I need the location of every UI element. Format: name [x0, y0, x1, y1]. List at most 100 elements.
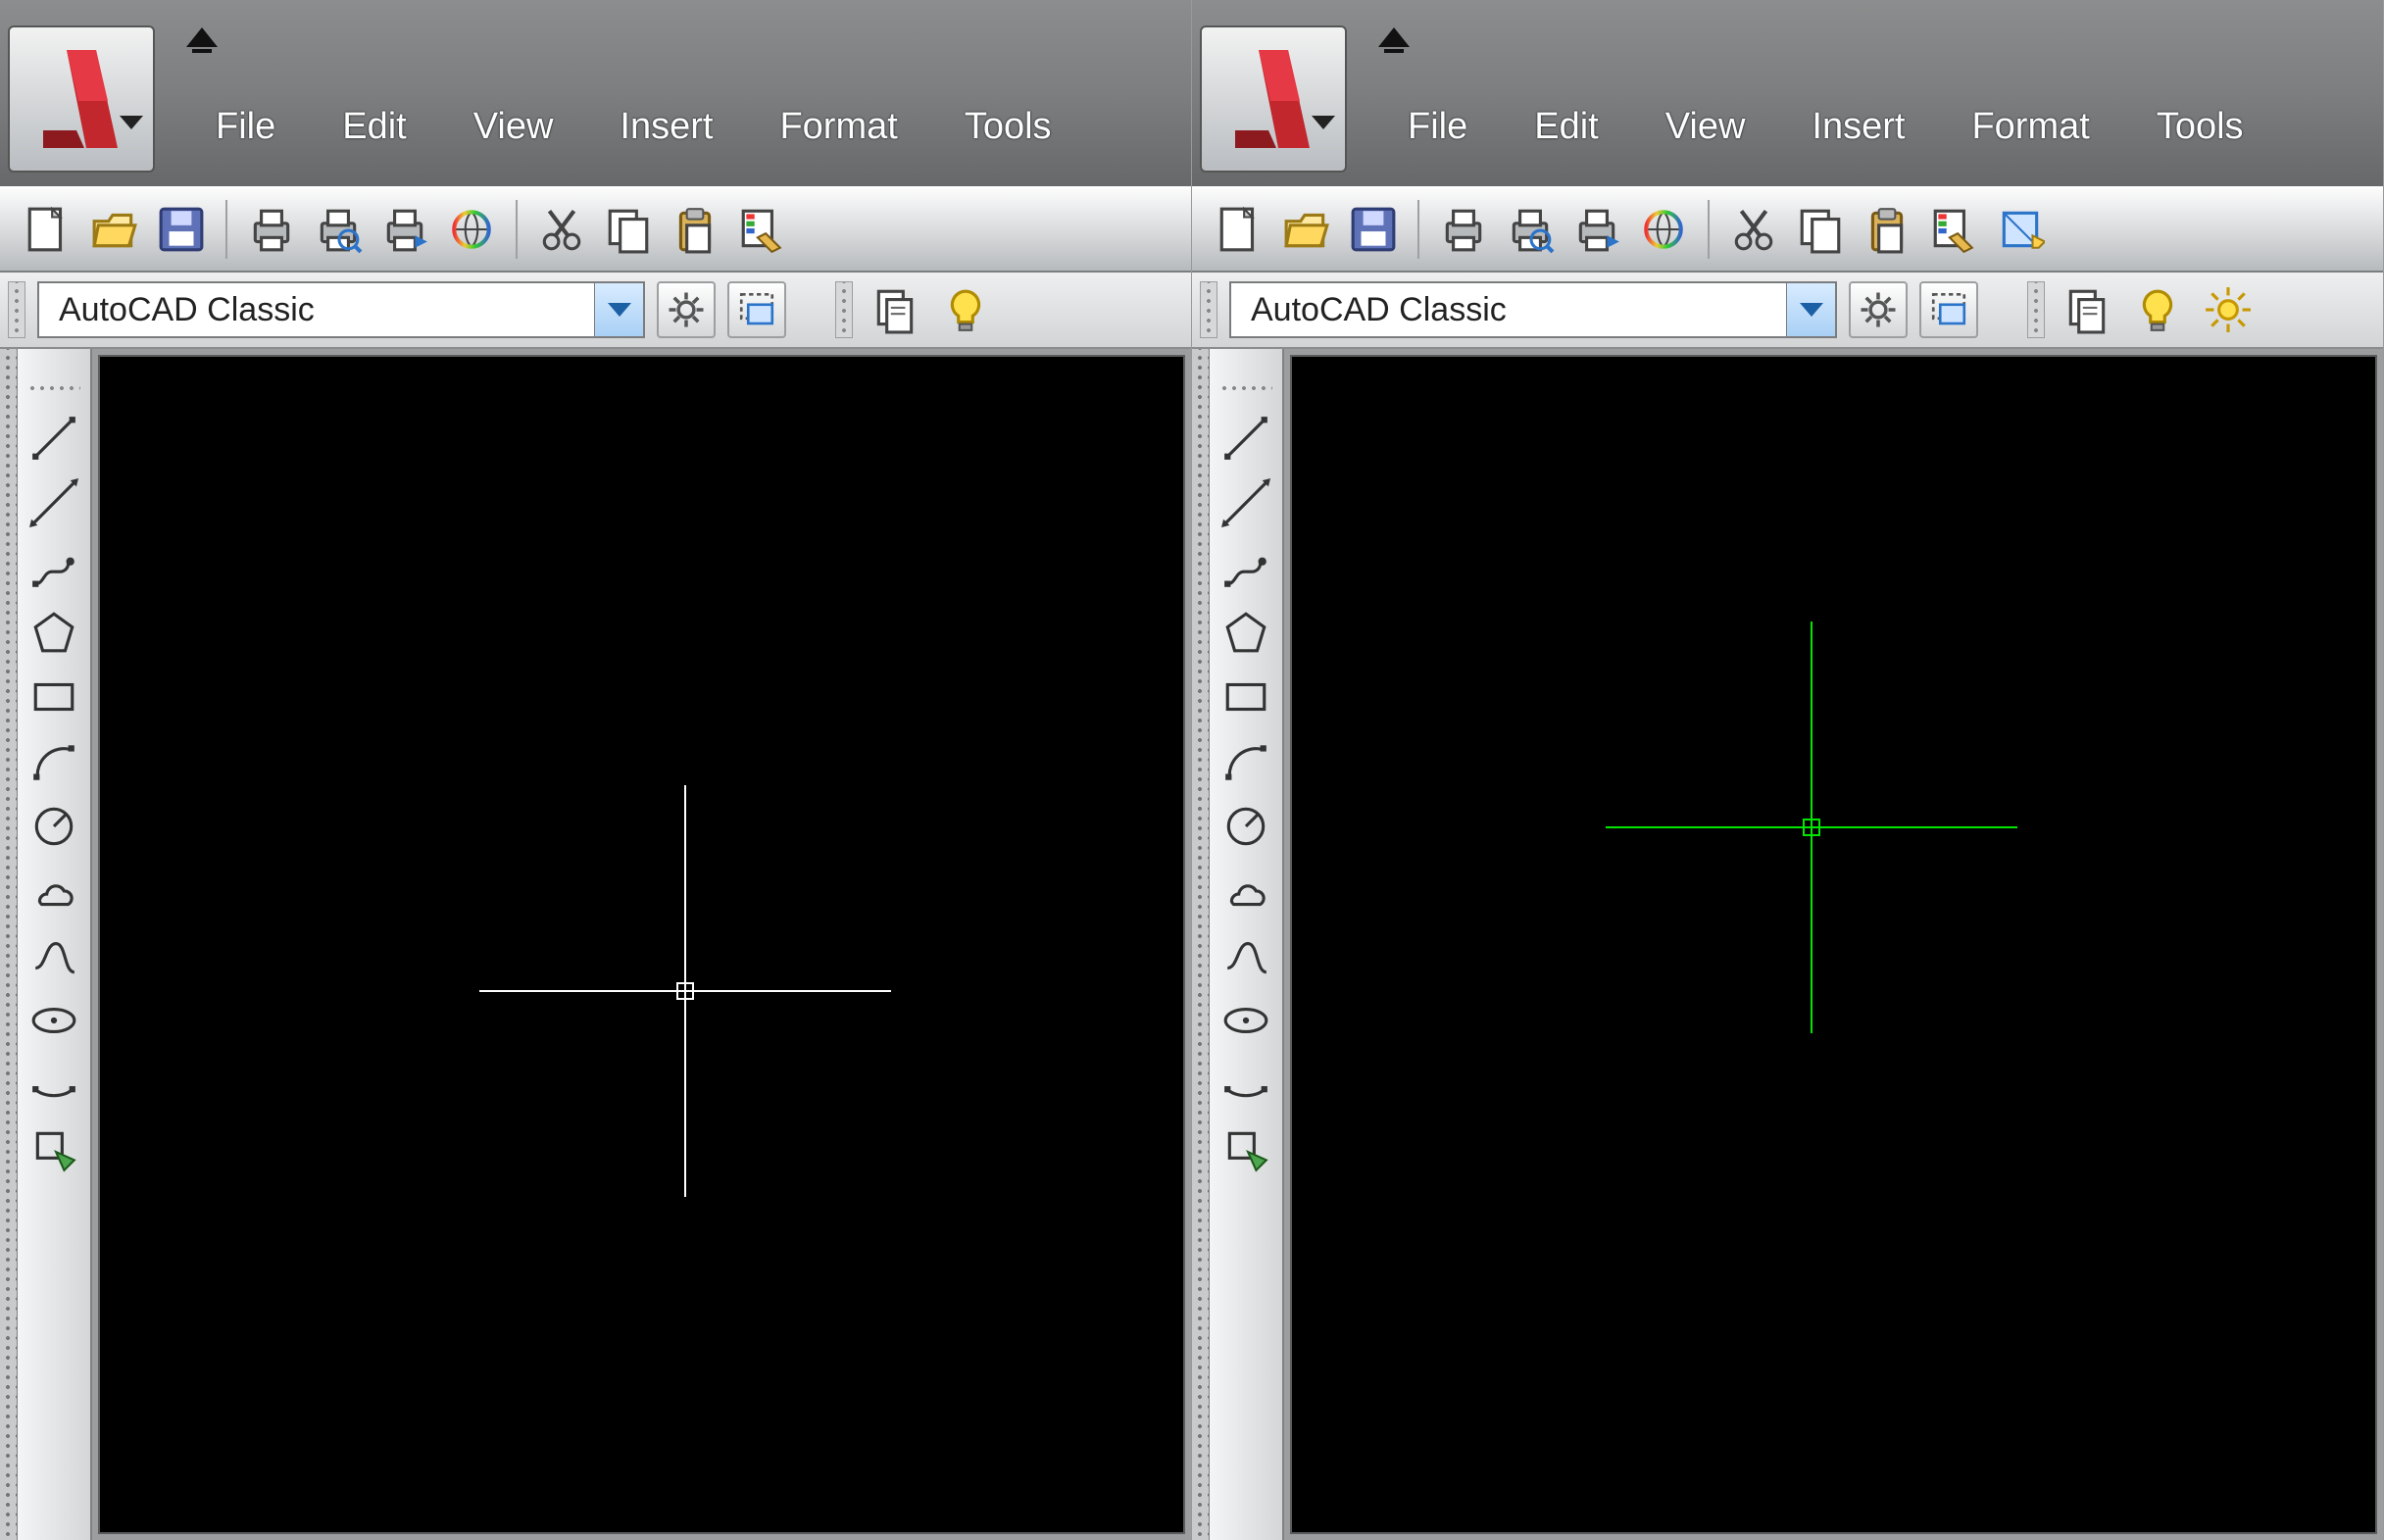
spline-tool[interactable] — [1217, 927, 1274, 984]
bulb-icon — [941, 285, 990, 334]
chevron-down-icon[interactable] — [1786, 283, 1835, 336]
chevron-down-icon[interactable] — [594, 283, 643, 336]
print-preview-button[interactable] — [1500, 199, 1561, 260]
copy-button[interactable] — [598, 199, 659, 260]
toolbar-grip[interactable] — [2027, 281, 2045, 338]
revision-cloud-tool[interactable] — [1217, 863, 1274, 919]
save-button[interactable] — [151, 199, 212, 260]
block-editor-button[interactable] — [1990, 199, 2051, 260]
print-button[interactable] — [1433, 199, 1494, 260]
sheet-set-button[interactable] — [2057, 279, 2117, 340]
toolbar-grip[interactable] — [8, 281, 25, 338]
menu-format[interactable]: Format — [779, 106, 897, 148]
toolbar-grip[interactable] — [0, 349, 18, 1540]
open-folder-icon — [1282, 205, 1331, 254]
circle-tool[interactable] — [25, 798, 82, 855]
copy-button[interactable] — [1790, 199, 1851, 260]
arc-tool[interactable] — [25, 733, 82, 790]
publish-button[interactable] — [1633, 199, 1694, 260]
paste-button[interactable] — [1857, 199, 1917, 260]
toolbar-grip[interactable] — [1219, 380, 1272, 394]
print-preview-button[interactable] — [308, 199, 369, 260]
match-properties-button[interactable] — [731, 199, 792, 260]
quick-access-dropdown-icon[interactable] — [1378, 27, 1410, 47]
construction-line-tool[interactable] — [1217, 474, 1274, 531]
new-button[interactable] — [18, 199, 78, 260]
polyline-tool[interactable] — [1217, 539, 1274, 596]
menu-insert[interactable]: Insert — [620, 106, 713, 148]
save-button[interactable] — [1343, 199, 1404, 260]
polygon-tool[interactable] — [1217, 604, 1274, 661]
save-disk-icon — [1349, 205, 1398, 254]
application-menu-button[interactable] — [8, 25, 155, 173]
rectangle-tool[interactable] — [25, 669, 82, 725]
toolbar-grip[interactable] — [1192, 349, 1210, 1540]
menu-view[interactable]: View — [1665, 106, 1746, 148]
line-tool[interactable] — [1217, 410, 1274, 467]
circle-icon — [1221, 802, 1270, 851]
polygon-icon — [1221, 608, 1270, 657]
spline-tool[interactable] — [25, 927, 82, 984]
workspace-select[interactable]: AutoCAD Classic — [1229, 281, 1837, 338]
print-button[interactable] — [241, 199, 302, 260]
drawing-area[interactable] — [1290, 355, 2377, 1534]
workspace-switch-button[interactable] — [1919, 281, 1978, 338]
revision-cloud-tool[interactable] — [25, 863, 82, 919]
arc-tool[interactable] — [1217, 733, 1274, 790]
gear-icon — [1858, 289, 1899, 330]
plot-button[interactable] — [374, 199, 435, 260]
menu-file[interactable]: File — [1408, 106, 1467, 148]
menu-file[interactable]: File — [216, 106, 275, 148]
application-menu-button[interactable] — [1200, 25, 1347, 173]
sheet-set-icon — [870, 285, 919, 334]
rectangle-tool[interactable] — [1217, 669, 1274, 725]
workspace-select[interactable]: AutoCAD Classic — [37, 281, 645, 338]
polygon-tool[interactable] — [25, 604, 82, 661]
cut-button[interactable] — [531, 199, 592, 260]
insert-block-tool[interactable] — [1217, 1121, 1274, 1178]
gear-icon — [666, 289, 707, 330]
menu-tools[interactable]: Tools — [965, 106, 1052, 148]
light-bulb-button[interactable] — [2127, 279, 2188, 340]
line-tool[interactable] — [25, 410, 82, 467]
plot-button[interactable] — [1566, 199, 1627, 260]
cut-button[interactable] — [1723, 199, 1784, 260]
menu-edit[interactable]: Edit — [1534, 106, 1598, 148]
ellipse-tool[interactable] — [1217, 992, 1274, 1049]
line-icon — [1221, 414, 1270, 463]
drawing-area[interactable] — [98, 355, 1185, 1534]
sheet-set-button[interactable] — [865, 279, 925, 340]
toolbar-grip[interactable] — [835, 281, 853, 338]
polyline-tool[interactable] — [25, 539, 82, 596]
circle-tool[interactable] — [1217, 798, 1274, 855]
ellipse-arc-tool[interactable] — [1217, 1057, 1274, 1114]
toolbar-grip[interactable] — [1200, 281, 1217, 338]
construction-line-tool[interactable] — [25, 474, 82, 531]
cloud-icon — [1221, 867, 1270, 916]
menu-tools[interactable]: Tools — [2157, 106, 2244, 148]
ellipse-arc-tool[interactable] — [25, 1057, 82, 1114]
open-button[interactable] — [84, 199, 145, 260]
match-properties-button[interactable] — [1923, 199, 1984, 260]
sun-button[interactable] — [2198, 279, 2259, 340]
menu-edit[interactable]: Edit — [342, 106, 406, 148]
menu-insert[interactable]: Insert — [1812, 106, 1905, 148]
publish-button[interactable] — [441, 199, 502, 260]
toolbar-grip[interactable] — [27, 380, 80, 394]
new-button[interactable] — [1210, 199, 1270, 260]
spline-icon — [1221, 931, 1270, 980]
insert-block-tool[interactable] — [25, 1121, 82, 1178]
menu-format[interactable]: Format — [1971, 106, 2089, 148]
light-bulb-button[interactable] — [935, 279, 996, 340]
workspace-settings-button[interactable] — [1849, 281, 1908, 338]
workspace-settings-button[interactable] — [657, 281, 716, 338]
quick-access-dropdown-icon[interactable] — [186, 27, 218, 47]
workspace-switch-button[interactable] — [727, 281, 786, 338]
block-editor-icon — [1996, 205, 2045, 254]
sun-icon — [2204, 285, 2253, 334]
paste-button[interactable] — [665, 199, 725, 260]
ellipse-tool[interactable] — [25, 992, 82, 1049]
menu-view[interactable]: View — [473, 106, 554, 148]
open-button[interactable] — [1276, 199, 1337, 260]
workspace-row: AutoCAD Classic — [1192, 273, 2383, 349]
